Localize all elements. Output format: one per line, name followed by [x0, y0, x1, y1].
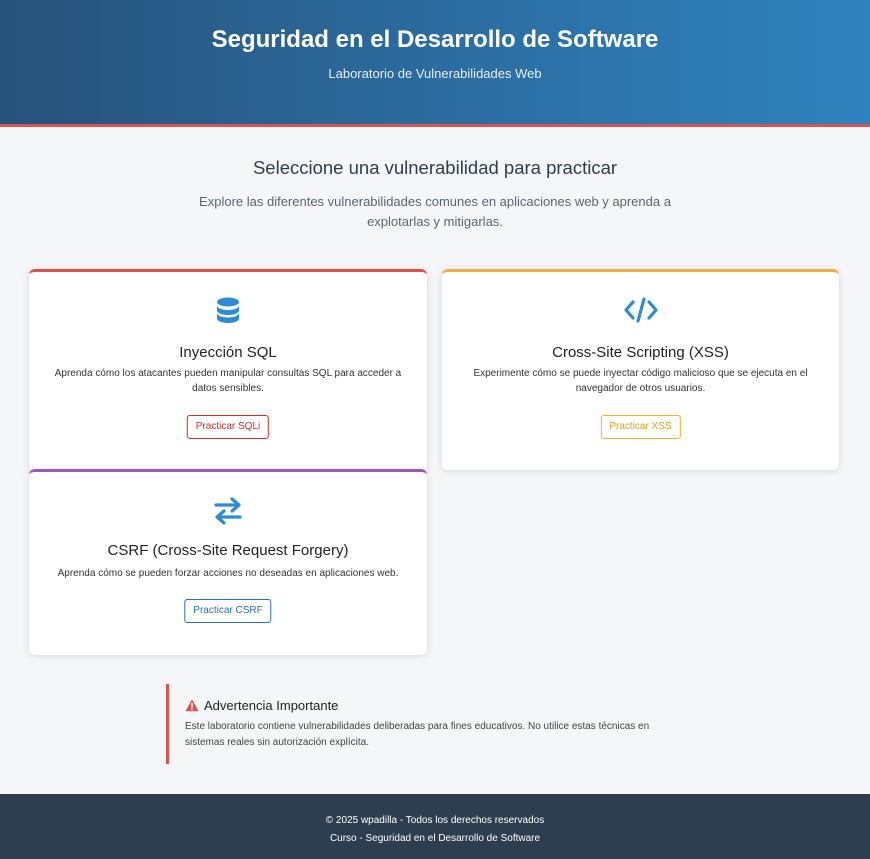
warning-text: Este laboratorio contiene vulnerabilidad… — [185, 721, 650, 748]
footer-copyright: © 2025 wpadilla - Todos los derechos res… — [325, 815, 545, 826]
card-title: Inyección SQL — [179, 344, 277, 361]
page-title: Seguridad en el Desarrollo de Software — [211, 26, 659, 53]
card-description: Experimente cómo se puede inyectar códig… — [473, 368, 808, 394]
card-title: Cross-Site Scripting (XSS) — [552, 344, 729, 361]
card-xss: Cross-Site Scripting (XSS) Experimente c… — [442, 269, 839, 470]
warning-title-text: Advertencia Importante — [204, 698, 339, 713]
practice-xss-button[interactable]: Practicar XSS — [600, 415, 681, 439]
page-subtitle: Laboratorio de Vulnerabilidades Web — [328, 66, 542, 81]
footer-course: Curso - Seguridad en el Desarrollo de So… — [329, 833, 541, 844]
practice-sqli-button[interactable]: Practicar SQLi — [186, 415, 270, 439]
card-description: Aprenda cómo se pueden forzar acciones n… — [57, 568, 399, 579]
card-description: Aprenda cómo los atacantes pueden manipu… — [54, 368, 402, 394]
exchange-arrows-icon — [29, 496, 427, 526]
page-header: Seguridad en el Desarrollo de Software L… — [0, 0, 870, 127]
warning-box: Advertencia Importante Este laboratorio … — [166, 684, 676, 764]
database-icon — [29, 297, 427, 325]
section-title: Seleccione una vulnerabilidad para pract… — [252, 157, 618, 178]
card-sql-injection: Inyección SQL Aprenda cómo los atacantes… — [29, 269, 427, 471]
code-icon — [442, 297, 839, 323]
card-csrf: CSRF (Cross-Site Request Forgery) Aprend… — [29, 469, 427, 655]
section-description: Explore las diferentes vulnerabilidades … — [199, 194, 671, 229]
warning-triangle-icon — [185, 699, 199, 712]
card-title: CSRF (Cross-Site Request Forgery) — [107, 542, 349, 559]
warning-title: Advertencia Importante — [185, 698, 338, 713]
page-footer: © 2025 wpadilla - Todos los derechos res… — [0, 794, 870, 859]
practice-csrf-button[interactable]: Practicar CSRF — [184, 599, 272, 623]
